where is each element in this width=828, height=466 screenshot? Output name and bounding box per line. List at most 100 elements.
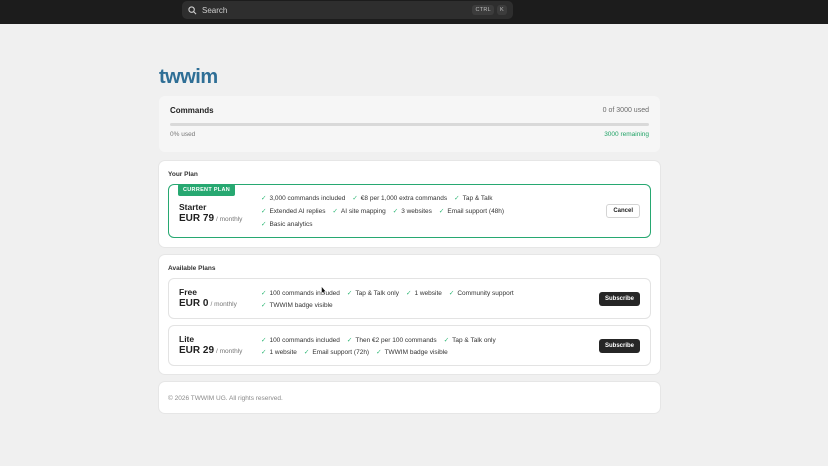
plan-name: Free [179,287,197,297]
copyright-text: © 2026 TWWIM UG. All rights reserved. [168,395,283,402]
feature-item: ✓ 1 website [406,290,442,297]
search-placeholder: Search [202,5,228,15]
check-icon: ✓ [346,337,353,344]
feature-item: ✓ Extended AI replies [261,208,325,215]
feature-item: ✓ 3 websites [393,208,432,215]
usage-count: 0 of 3000 used [602,107,649,114]
check-icon: ✓ [352,195,358,202]
feature-text: Tap & Talk [462,195,493,202]
search-bar[interactable]: Search CTRL K [182,1,513,19]
usage-title: Commands [170,106,214,115]
check-icon: ✓ [438,208,445,215]
plan-price-row: EUR 0/ monthly [179,298,237,309]
plan-price-row: EUR 29/ monthly [179,345,242,356]
feature-text: 3 websites [401,208,432,215]
check-icon: ✓ [303,349,310,356]
check-icon: ✓ [346,290,353,297]
feature-item: ✓ Tap & Talk only [444,337,496,344]
cancel-button[interactable]: Cancel [606,204,640,218]
feature-item: ✓ 1 website [261,349,297,356]
usage-percent: 0% used [170,131,196,138]
plan-card-lite: Lite EUR 29/ monthly ✓ 100 commands inclu… [168,325,651,366]
check-icon: ✓ [261,290,267,297]
feature-text: AI site mapping [340,208,386,215]
check-icon: ✓ [443,337,450,344]
available-plans-card: Available Plans Free EUR 0/ monthly ✓ 100… [159,255,660,374]
feature-item: ✓ Email support (72h) [304,349,369,356]
feature-item: ✓ 3,000 commands included [261,195,345,202]
feature-text: 3,000 commands included [269,195,346,202]
plan-name: Starter [179,202,207,212]
check-icon: ✓ [332,208,338,215]
feature-item: ✓ 100 commands included [261,290,340,297]
feature-text: Basic analytics [269,221,313,228]
your-plan-heading: Your Plan [168,171,198,178]
plan-card-free: Free EUR 0/ monthly ✓ 100 commands includ… [168,278,651,319]
feature-list: ✓ 100 commands included ✓ Then €2 per 100 c… [261,336,503,344]
your-plan-card: Your Plan CURRENT PLAN Starter EUR 79/ m… [159,161,660,247]
check-icon: ✓ [261,302,267,309]
check-icon: ✓ [261,349,267,356]
commands-usage-card: Commands 0 of 3000 used 0% used 3000 rem… [159,96,660,152]
feature-list: ✓ TWWIM badge visible [261,301,340,309]
search-icon [188,5,197,14]
feature-item: ✓ Tap & Talk [454,195,492,202]
check-icon: ✓ [376,349,382,356]
feature-text: 100 commands included [269,337,340,344]
feature-text: 1 website [269,349,297,356]
feature-text: €8 per 1,000 extra commands [360,195,448,202]
plan-name: Lite [179,334,195,344]
feature-item: ✓ Email support (48h) [439,208,504,215]
mouse-cursor-icon [321,286,327,295]
plan-price: EUR 0 [179,298,209,309]
feature-text: Extended AI replies [269,208,326,215]
feature-item: ✓ Community support [449,290,514,297]
check-icon: ✓ [261,337,267,344]
check-icon: ✓ [261,195,267,202]
plan-period: / monthly [210,301,237,308]
usage-remaining: 3000 remaining [604,131,649,138]
check-icon: ✓ [261,221,267,228]
feature-text: TWWIM badge visible [384,349,448,356]
feature-text: Community support [457,290,514,297]
feature-item: ✓ TWWIM badge visible [376,349,448,356]
shortcut-key: K [497,5,507,15]
feature-text: Tap & Talk only [355,290,399,297]
check-icon: ✓ [261,208,267,215]
feature-text: 100 commands included [269,290,340,297]
check-icon: ✓ [392,208,399,215]
feature-text: Email support (48h) [447,208,505,215]
feature-text: Email support (72h) [312,349,370,356]
footer-card: © 2026 TWWIM UG. All rights reserved. [159,382,660,413]
check-icon: ✓ [454,195,460,202]
available-plans-heading: Available Plans [168,265,216,272]
check-icon: ✓ [405,290,412,297]
feature-list: ✓ 3,000 commands included ✓ €8 per 1,000 ex… [261,194,499,202]
feature-text: TWWIM badge visible [269,302,333,309]
feature-text: Then €2 per 100 commands [355,337,437,344]
feature-item: ✓ AI site mapping [332,208,385,215]
current-plan-badge: CURRENT PLAN [178,184,235,196]
feature-list: ✓ Extended AI replies ✓ AI site mapping ✓ 3 w… [261,207,511,215]
feature-item: ✓ €8 per 1,000 extra commands [352,195,447,202]
usage-progress-bar [170,123,649,126]
plan-period: / monthly [216,216,243,223]
plan-period: / monthly [216,348,243,355]
feature-item: ✓ Then €2 per 100 commands [347,337,437,344]
check-icon: ✓ [448,290,455,297]
top-bar: Search CTRL K [0,0,828,24]
shortcut-ctrl: CTRL [472,5,495,15]
twwim-logo[interactable]: twwim [159,66,218,89]
feature-item: ✓ TWWIM badge visible [261,302,333,309]
subscribe-button-free[interactable]: Subscribe [598,292,640,306]
plan-price-row: EUR 79/ monthly [179,213,242,224]
feature-item: ✓ Basic analytics [261,221,312,228]
subscribe-button-lite[interactable]: Subscribe [598,339,640,353]
feature-item: ✓ 100 commands included [261,337,340,344]
feature-list: ✓ 100 commands included ✓ Tap & Talk only ✓ 1… [261,289,521,297]
feature-list: ✓ 1 website ✓ Email support (72h) ✓ TWWIM bad… [261,348,455,356]
plan-price: EUR 29 [179,345,215,356]
feature-item: ✓ Tap & Talk only [347,290,399,297]
plan-price: EUR 79 [179,213,215,224]
feature-text: 1 website [414,290,442,297]
